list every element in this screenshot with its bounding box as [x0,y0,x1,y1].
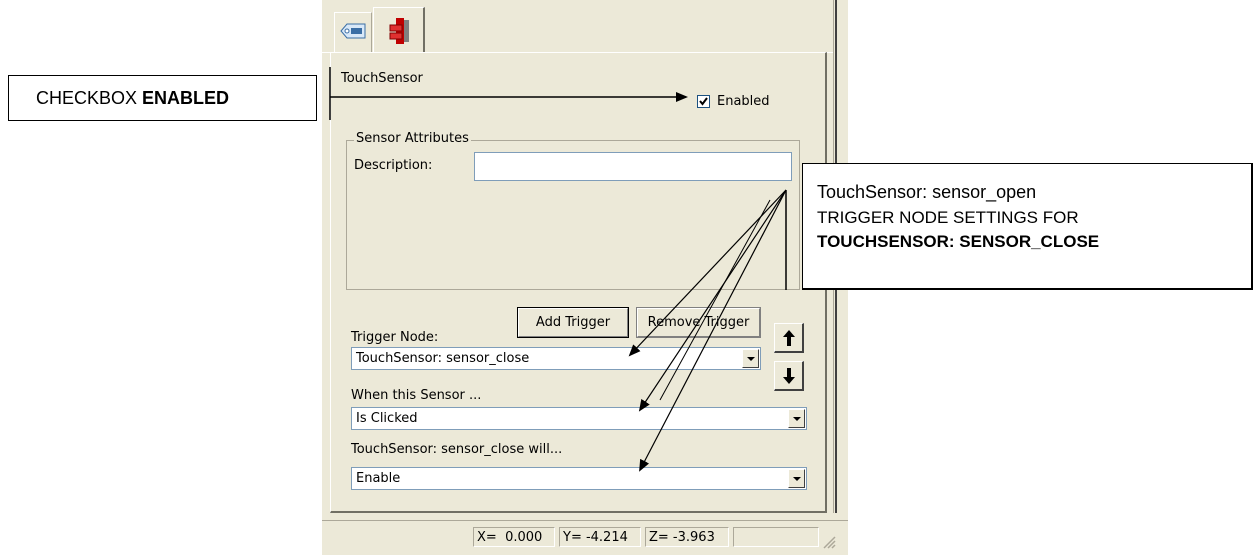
annotation-arrows [329,67,787,472]
